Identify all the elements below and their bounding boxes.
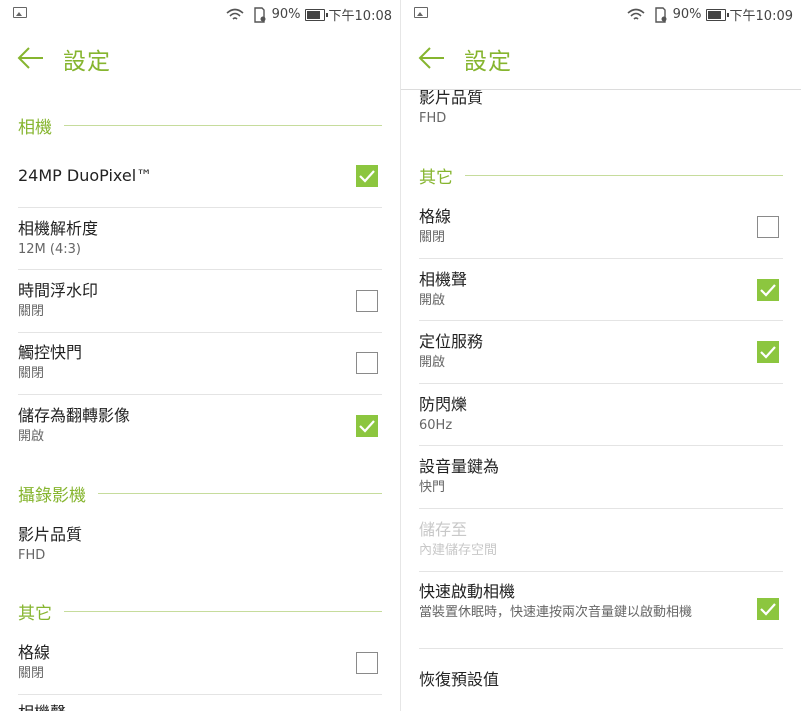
setting-duopixel[interactable]: 24MP DuoPixel™ — [18, 166, 382, 186]
setting-mirror-image[interactable]: 儲存為翻轉影像 開啟 — [18, 406, 382, 445]
setting-reset-defaults[interactable]: 恢復預設值 — [419, 670, 783, 690]
settings-screen-right: 90% 下午10:09 設定 影片品質 FHD 其它 格線 關閉 相機聲 開啟 … — [401, 0, 801, 711]
checkbox-mirror-image[interactable] — [356, 415, 378, 437]
app-bar: 設定 — [0, 28, 400, 88]
image-icon — [13, 7, 27, 18]
divider — [419, 648, 783, 649]
setting-camera-sound[interactable]: 相機聲 開啟 — [419, 270, 783, 309]
sd-card-icon — [654, 6, 667, 23]
setting-antiflicker[interactable]: 防閃爍 60Hz — [419, 395, 783, 434]
clock: 下午10:09 — [729, 9, 793, 24]
setting-resolution[interactable]: 相機解析度 12M (4:3) — [18, 219, 382, 258]
divider — [419, 445, 783, 446]
page-title: 設定 — [464, 49, 512, 75]
status-bar: 90% 下午10:09 — [401, 0, 801, 28]
checkbox-duopixel[interactable] — [356, 165, 378, 187]
divider — [18, 332, 382, 333]
section-header-other: 其它 — [419, 163, 783, 188]
divider — [419, 571, 783, 572]
divider — [419, 320, 783, 321]
checkbox-location-service[interactable] — [757, 341, 779, 363]
checkbox-camera-sound[interactable] — [757, 279, 779, 301]
battery-percent: 90% — [672, 7, 702, 22]
back-arrow-icon[interactable] — [418, 45, 446, 71]
section-divider — [98, 493, 382, 494]
setting-touch-shutter[interactable]: 觸控快門 關閉 — [18, 343, 382, 382]
setting-storage-location: 儲存至 內建儲存空間 — [419, 520, 498, 558]
section-divider — [465, 175, 783, 176]
checkbox-grid[interactable] — [356, 652, 378, 674]
divider — [18, 694, 382, 695]
section-divider — [64, 125, 382, 126]
divider — [18, 269, 382, 270]
back-arrow-icon[interactable] — [17, 45, 45, 71]
checkbox-touch-shutter[interactable] — [356, 352, 378, 374]
status-bar: 90% 下午10:08 — [0, 0, 400, 28]
app-bar-shadow — [401, 89, 801, 90]
divider — [419, 258, 783, 259]
setting-location-service[interactable]: 定位服務 開啟 — [419, 332, 783, 371]
check-icon — [359, 420, 375, 433]
wifi-icon — [627, 8, 645, 20]
setting-grid[interactable]: 格線 關閉 — [18, 643, 382, 682]
sd-card-icon — [253, 6, 266, 23]
setting-video-quality[interactable]: 影片品質 FHD — [419, 88, 783, 127]
setting-volume-key[interactable]: 設音量鍵為 快門 — [419, 457, 783, 496]
settings-screen-left: 90% 下午10:08 設定 相機 24MP DuoPixel™ 相機解析度 1… — [0, 0, 400, 711]
check-icon — [760, 346, 776, 359]
battery-icon — [304, 8, 328, 21]
app-bar: 設定 — [401, 28, 801, 88]
image-icon — [414, 7, 428, 18]
battery-percent: 90% — [271, 7, 301, 22]
section-divider — [64, 611, 382, 612]
setting-quick-launch[interactable]: 快速啟動相機 當裝置休眠時，快速連按兩次音量鍵以啟動相機 — [419, 582, 741, 621]
divider — [419, 508, 783, 509]
checkbox-grid[interactable] — [757, 216, 779, 238]
page-title: 設定 — [63, 49, 111, 75]
section-header-other: 其它 — [18, 599, 382, 624]
setting-video-quality[interactable]: 影片品質 FHD — [18, 525, 382, 564]
battery-icon — [705, 8, 729, 21]
check-icon — [359, 170, 375, 183]
divider — [419, 383, 783, 384]
checkbox-timestamp-watermark[interactable] — [356, 290, 378, 312]
divider — [18, 207, 382, 208]
setting-grid[interactable]: 格線 關閉 — [419, 207, 783, 246]
divider — [18, 394, 382, 395]
section-header-video: 攝錄影機 — [18, 481, 382, 506]
section-header-camera: 相機 — [18, 113, 382, 138]
check-icon — [760, 284, 776, 297]
setting-timestamp-watermark[interactable]: 時間浮水印 關閉 — [18, 281, 382, 320]
clock: 下午10:08 — [328, 9, 392, 24]
setting-camera-sound[interactable]: 相機聲 — [18, 703, 382, 711]
check-icon — [760, 603, 776, 616]
wifi-icon — [226, 8, 244, 20]
checkbox-quick-launch[interactable] — [757, 598, 779, 620]
